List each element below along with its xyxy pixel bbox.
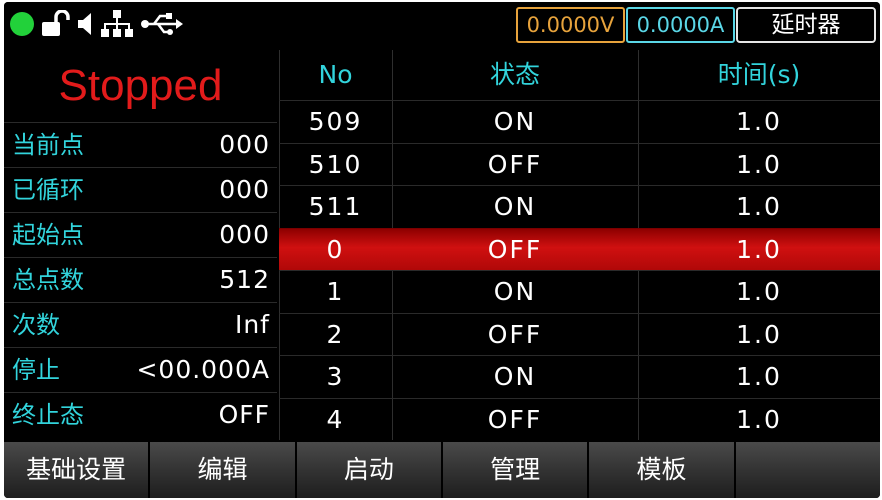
info-row-end-state: 终止态 OFF xyxy=(4,392,277,437)
info-row-start-point: 起始点 000 xyxy=(4,212,277,257)
info-label: 已循环 xyxy=(12,176,84,204)
column-header-time: 时间(s) xyxy=(717,60,801,89)
table-row[interactable]: 511 ON 1.0 xyxy=(279,185,880,227)
info-panel: Stopped 当前点 000 已循环 000 起始点 000 总点数 512 … xyxy=(4,50,277,439)
info-label: 当前点 xyxy=(12,131,84,159)
info-value: Inf xyxy=(234,310,270,339)
info-label: 总点数 xyxy=(12,266,84,294)
status-bar: 0.0000V 0.0000A 延时器 xyxy=(4,2,880,46)
info-row-total-points: 总点数 512 xyxy=(4,257,277,302)
table-row[interactable]: 4 OFF 1.0 xyxy=(279,397,880,440)
cell-no: 4 xyxy=(326,404,345,434)
cell-time: 1.0 xyxy=(736,234,782,264)
cell-state: ON xyxy=(493,277,537,306)
cell-time: 1.0 xyxy=(736,107,782,136)
cell-state: OFF xyxy=(487,319,543,349)
softkey-start[interactable]: 启动 xyxy=(296,442,441,498)
cell-time: 1.0 xyxy=(736,149,782,179)
cell-state: OFF xyxy=(487,234,543,264)
column-header-state: 状态 xyxy=(489,60,540,89)
mode-label: 延时器 xyxy=(736,7,876,43)
cell-state: OFF xyxy=(487,404,543,434)
cell-no: 1 xyxy=(326,277,345,306)
cell-state: OFF xyxy=(487,149,543,179)
softkey-manage[interactable]: 管理 xyxy=(442,442,588,498)
table-row[interactable]: 1 ON 1.0 xyxy=(279,270,880,312)
unlock-icon xyxy=(42,10,70,36)
cell-time: 1.0 xyxy=(736,192,782,221)
run-state: Stopped xyxy=(58,61,223,110)
info-value: 000 xyxy=(219,175,270,204)
instrument-screen: 0.0000V 0.0000A 延时器 Stopped 当前点 000 已循环 … xyxy=(4,2,880,498)
cell-no: 511 xyxy=(308,192,363,221)
cell-time: 1.0 xyxy=(736,319,782,349)
info-row-stop: 停止 <00.000A xyxy=(4,347,277,392)
info-row-count: 次数 Inf xyxy=(4,302,277,347)
softkey-basic-settings[interactable]: 基础设置 xyxy=(4,442,149,498)
speaker-icon xyxy=(78,13,91,35)
cell-no: 3 xyxy=(326,362,345,391)
table-header: No 状态 时间(s) xyxy=(279,50,880,100)
current-readout: 0.0000A xyxy=(626,7,735,43)
cell-state: ON xyxy=(493,192,537,221)
cell-no: 509 xyxy=(308,107,363,136)
info-value: OFF xyxy=(218,400,270,429)
table-row[interactable]: 2 OFF 1.0 xyxy=(279,312,880,355)
table-row[interactable]: 509 ON 1.0 xyxy=(279,100,880,142)
table-row[interactable]: 3 ON 1.0 xyxy=(279,355,880,397)
table-row-selected[interactable]: 0 OFF 1.0 xyxy=(279,227,880,270)
softkey-empty[interactable] xyxy=(735,442,880,498)
cell-time: 1.0 xyxy=(736,404,782,434)
cell-state: ON xyxy=(493,107,537,136)
info-label: 停止 xyxy=(12,356,60,384)
voltage-readout: 0.0000V xyxy=(516,7,625,43)
info-label: 起始点 xyxy=(12,221,84,249)
info-row-cycled: 已循环 000 xyxy=(4,167,277,212)
sequence-table: No 状态 时间(s) 509 ON 1.0 510 OFF 1.0 511 ON 1.0 0 OF… xyxy=(279,50,880,440)
info-label: 终止态 xyxy=(12,401,84,429)
cell-no: 510 xyxy=(308,149,363,179)
info-label: 次数 xyxy=(12,311,60,339)
cell-time: 1.0 xyxy=(736,362,782,391)
table-row[interactable]: 510 OFF 1.0 xyxy=(279,142,880,185)
network-icon xyxy=(101,10,133,37)
info-row-current-point: 当前点 000 xyxy=(4,122,277,167)
status-icons xyxy=(10,8,184,40)
column-header-no: No xyxy=(318,60,353,89)
softkey-bar: 基础设置 编辑 启动 管理 模板 xyxy=(4,442,880,498)
cell-time: 1.0 xyxy=(736,277,782,306)
info-value: 512 xyxy=(219,265,270,294)
usb-icon xyxy=(141,13,183,35)
cell-no: 0 xyxy=(326,234,345,264)
cell-no: 2 xyxy=(326,319,345,349)
softkey-template[interactable]: 模板 xyxy=(589,442,734,498)
info-value: <00.000A xyxy=(136,355,270,384)
run-indicator-icon xyxy=(10,12,34,36)
softkey-edit[interactable]: 编辑 xyxy=(150,442,295,498)
info-value: 000 xyxy=(219,220,270,249)
info-value: 000 xyxy=(219,130,270,159)
cell-state: ON xyxy=(493,362,537,391)
